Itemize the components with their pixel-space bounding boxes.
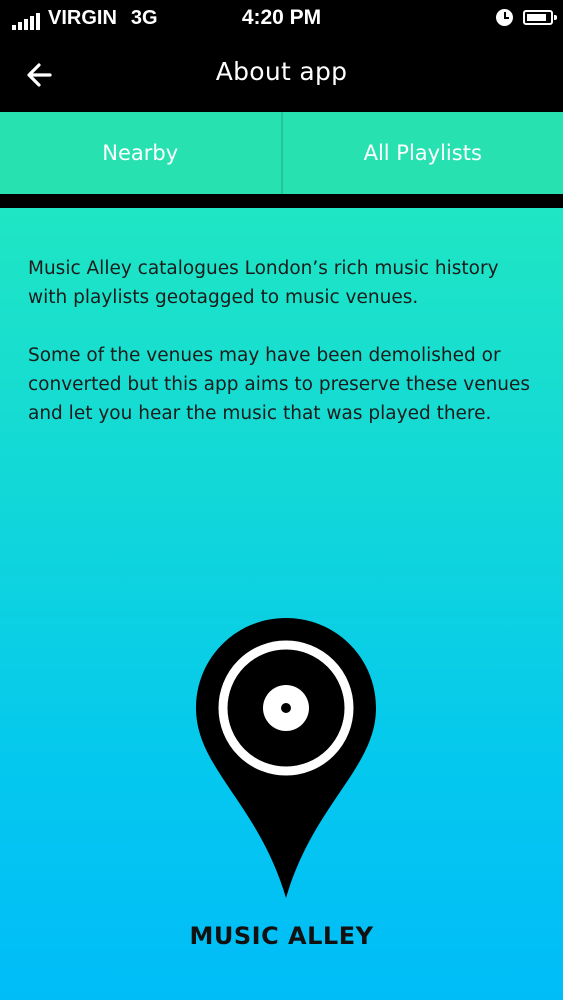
about-paragraph-1: Music Alley catalogues London’s rich mus… [28,258,499,308]
status-time: 4:20 PM [241,6,322,29]
about-paragraph-2: Some of the venues may have been demolis… [28,345,531,424]
vinyl-map-pin-icon [196,618,376,898]
alarm-clock-icon [496,9,513,26]
brand-name: MUSIC ALLEY [189,922,374,950]
page-title: About app [215,57,348,86]
app-header: About app [0,38,563,112]
status-right [496,9,557,26]
battery-icon [523,10,557,25]
about-content: Music Alley catalogues London’s rich mus… [0,208,563,1000]
about-description: Music Alley catalogues London’s rich mus… [28,254,538,457]
tab-underline-bar [0,194,563,208]
about-app-screen: VIRGIN 3G 4:20 PM About app Nearby All P… [0,0,563,1000]
tab-all-playlists[interactable]: All Playlists [280,112,563,194]
tab-bar: Nearby All Playlists [0,112,563,194]
tab-nearby[interactable]: Nearby [0,112,281,194]
status-bar: VIRGIN 3G 4:20 PM [0,0,563,38]
